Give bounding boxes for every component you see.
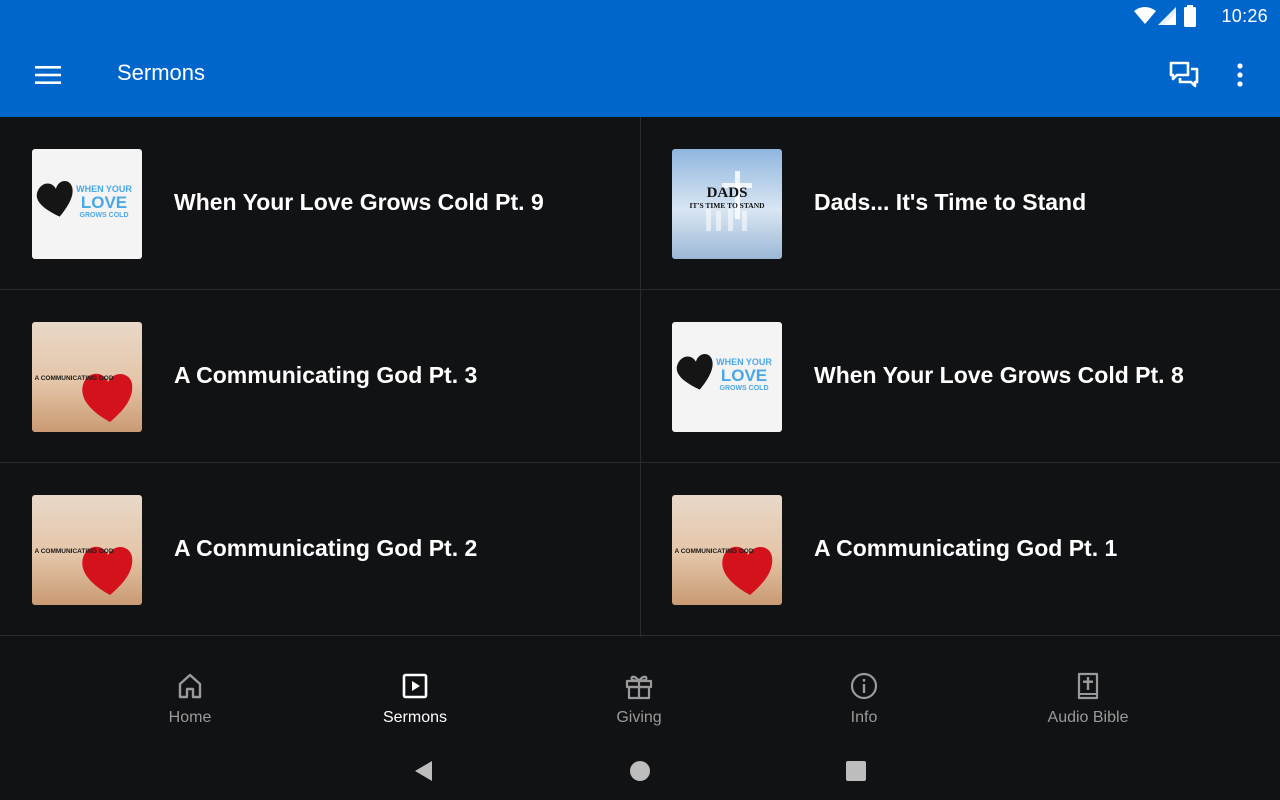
sermon-card[interactable]: WHEN YOUR LOVE GROWS COLD When Your Love… <box>640 290 1280 463</box>
thumb-text-line: DADS <box>707 185 748 201</box>
sermon-thumbnail: A COMMUNICATING GOD <box>32 322 142 432</box>
recents-button[interactable] <box>841 756 871 786</box>
back-button[interactable] <box>408 756 438 786</box>
nav-label: Home <box>168 709 212 726</box>
sermon-card[interactable]: A COMMUNICATING GOD A Communicating God … <box>0 290 640 463</box>
nav-label: Info <box>850 709 878 726</box>
sermon-thumbnail: DADS IT'S TIME TO STAND <box>672 149 782 259</box>
hamburger-icon <box>35 66 61 84</box>
gift-icon <box>625 675 653 700</box>
more-options-button[interactable] <box>1222 56 1258 94</box>
play-box-icon <box>402 673 428 699</box>
app-bar: 10:26 Sermons <box>0 0 1280 117</box>
nav-label: Giving <box>616 709 662 726</box>
more-vert-icon <box>1237 63 1243 87</box>
recents-square-icon <box>846 761 866 781</box>
info-icon <box>850 672 878 700</box>
sermon-title: A Communicating God Pt. 1 <box>814 535 1118 561</box>
home-icon <box>178 673 202 699</box>
sermon-thumbnail: WHEN YOUR LOVE GROWS COLD <box>32 149 142 259</box>
sermon-card[interactable]: DADS IT'S TIME TO STAND Dads... It's Tim… <box>640 117 1280 290</box>
sermon-title: A Communicating God Pt. 3 <box>174 362 478 388</box>
sermon-title: Dads... It's Time to Stand <box>814 189 1087 215</box>
nav-label: Sermons <box>382 709 448 726</box>
sermon-thumbnail: A COMMUNICATING GOD <box>32 495 142 605</box>
status-time: 10:26 <box>1221 6 1268 26</box>
thumb-text-line: IT'S TIME TO STAND <box>689 201 765 210</box>
nav-item-audio-bible[interactable]: Audio Bible <box>1018 671 1158 727</box>
chat-button[interactable] <box>1164 56 1204 94</box>
bottom-navigation: Home Sermons Giving Info Audio Bible <box>0 637 1280 742</box>
home-system-button[interactable] <box>625 756 655 786</box>
sermon-title: When Your Love Grows Cold Pt. 8 <box>814 362 1184 388</box>
thumb-text-line: GROWS COLD <box>80 212 129 219</box>
thumb-text-line: GROWS COLD <box>720 385 769 392</box>
nav-item-home[interactable]: Home <box>120 671 260 727</box>
sermon-card[interactable]: A COMMUNICATING GOD A Communicating God … <box>640 463 1280 636</box>
nav-item-sermons[interactable]: Sermons <box>345 671 485 727</box>
thumb-text-line: LOVE <box>721 366 767 385</box>
bible-icon <box>1077 672 1099 700</box>
home-circle-icon <box>630 761 650 781</box>
sermon-title: When Your Love Grows Cold Pt. 9 <box>174 189 544 215</box>
menu-button[interactable] <box>28 58 68 92</box>
nav-item-info[interactable]: Info <box>794 671 934 727</box>
nav-item-giving[interactable]: Giving <box>569 671 709 727</box>
sermon-card[interactable]: WHEN YOUR LOVE GROWS COLD When Your Love… <box>0 117 640 290</box>
page-title: Sermons <box>117 60 206 85</box>
thumb-text-line: A COMMUNICATING GOD <box>34 548 113 555</box>
status-bar: 10:26 <box>1080 0 1280 34</box>
sermon-thumbnail: WHEN YOUR LOVE GROWS COLD <box>672 322 782 432</box>
back-triangle-icon <box>415 761 432 781</box>
sermon-grid: WHEN YOUR LOVE GROWS COLD When Your Love… <box>0 117 1280 637</box>
cellular-icon <box>1158 7 1176 25</box>
nav-label: Audio Bible <box>1047 709 1129 726</box>
wifi-icon <box>1134 7 1156 24</box>
sermon-title: A Communicating God Pt. 2 <box>174 535 478 561</box>
system-navigation-bar <box>0 742 1280 800</box>
chat-icon <box>1169 61 1199 88</box>
thumb-text-line: A COMMUNICATING GOD <box>34 375 113 382</box>
sermon-card[interactable]: A COMMUNICATING GOD A Communicating God … <box>0 463 640 636</box>
sermon-thumbnail: A COMMUNICATING GOD <box>672 495 782 605</box>
thumb-text-line: LOVE <box>81 193 127 212</box>
thumb-text-line: A COMMUNICATING GOD <box>674 548 753 555</box>
battery-icon <box>1184 5 1196 27</box>
